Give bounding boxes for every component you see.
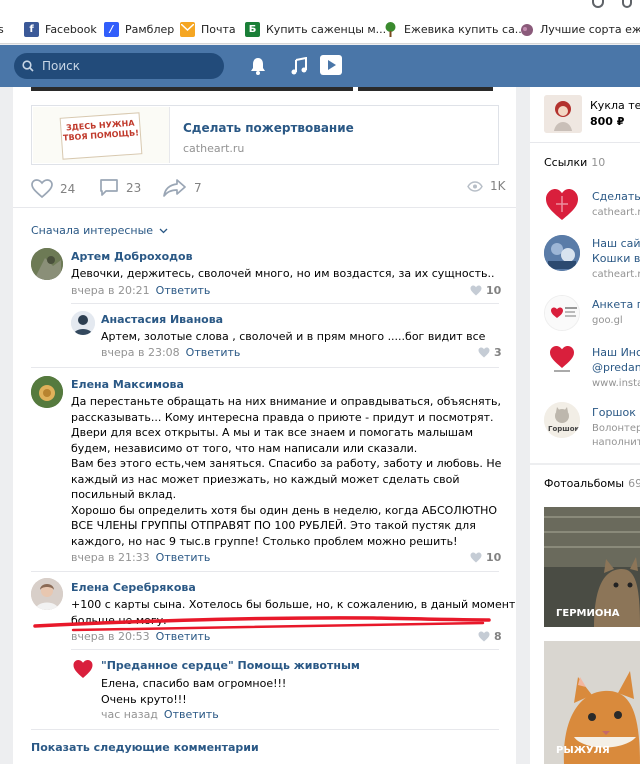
product-thumbnail	[544, 95, 582, 133]
link-title[interactable]: Горшок	[592, 406, 636, 419]
albums-block: Фотоальбомы 69 ГЕРМИОНА РЫЖУЛЯ	[530, 465, 640, 764]
link-url: catheart.r	[592, 207, 640, 218]
link-avatar[interactable]: Горшок	[544, 402, 580, 438]
link-avatar[interactable]	[544, 340, 580, 376]
bookmark-mail[interactable]: Почта	[180, 19, 236, 39]
link-subtitle: Волонтер	[592, 423, 640, 434]
search-icon	[22, 60, 34, 72]
albums-title: Фотоальбомы	[544, 477, 625, 490]
extension-icon[interactable]	[592, 0, 604, 8]
post-card: ЗДЕСЬ НУЖНА ТВОЯ ПОМОЩЬ! Сделать пожертв…	[13, 87, 516, 764]
bookmark-label: Лучшие сорта ежев...	[540, 22, 640, 36]
gorshok-badge: Горшок	[548, 425, 580, 433]
link-title-line2[interactable]: Кошки в	[592, 252, 640, 265]
mail-icon	[180, 21, 195, 37]
bookmark-blackberry[interactable]: Ежевика купить са...	[383, 19, 525, 39]
links-title: Ссылки	[544, 156, 588, 169]
product-card[interactable]: Кукла тек 800 ₽	[530, 87, 640, 142]
bookmark-label: Рамблер	[125, 22, 175, 36]
bookmark-label: Facebook	[45, 22, 97, 36]
profile-icon[interactable]	[622, 0, 632, 8]
links-block: Ссылки10 Сделать catheart.r Наш сайт Кош…	[530, 142, 640, 463]
links-count: 10	[591, 156, 606, 169]
product-title[interactable]: Кукла тек	[590, 99, 640, 112]
b-icon: Б	[245, 21, 260, 37]
link-title[interactable]: Наш сайт	[592, 237, 640, 250]
album-ryzhulya[interactable]: РЫЖУЛЯ	[544, 641, 640, 764]
link-url: наполнит	[592, 437, 640, 448]
vk-header: Поиск	[0, 45, 640, 87]
video-icon[interactable]	[320, 55, 342, 75]
link-url: catheart.r	[592, 269, 640, 280]
album-label: РЫЖУЛЯ	[556, 745, 610, 756]
link-avatar[interactable]	[544, 295, 580, 331]
fruit-icon	[519, 22, 534, 37]
bookmark-s[interactable]: s	[0, 19, 4, 39]
product-price: 800 ₽	[590, 115, 625, 128]
tree-icon	[383, 21, 398, 37]
albums-header[interactable]: Фотоальбомы 69	[544, 477, 640, 490]
music-icon[interactable]	[291, 57, 307, 75]
albums-count: 69	[628, 477, 640, 490]
link-avatar[interactable]	[544, 186, 580, 222]
link-title[interactable]: Анкета п	[592, 298, 640, 311]
bookmark-saplings[interactable]: Б Купить саженцы м...	[245, 19, 386, 39]
link-title-line2[interactable]: @predan	[592, 361, 640, 374]
bookmark-label: Купить саженцы м...	[266, 22, 387, 36]
bell-icon[interactable]	[250, 57, 266, 75]
heart-logo-icon	[550, 346, 574, 372]
link-title[interactable]: Сделать	[592, 190, 640, 203]
rambler-icon: /	[104, 21, 119, 37]
search-input[interactable]: Поиск	[14, 53, 224, 79]
album-germiona[interactable]: ГЕРМИОНА	[544, 507, 640, 627]
bookmark-rambler[interactable]: / Рамблер	[104, 19, 174, 39]
album-label: ГЕРМИОНА	[556, 608, 620, 619]
link-url: www.insta	[592, 378, 640, 389]
link-title[interactable]: Наш Инс	[592, 346, 640, 359]
facebook-icon: f	[24, 21, 39, 37]
link-url: goo.gl	[592, 315, 623, 326]
bookmark-label: s	[0, 22, 4, 36]
links-header[interactable]: Ссылки 10	[544, 156, 605, 169]
bookmark-facebook[interactable]: f Facebook	[24, 19, 97, 39]
bookmark-label: Почта	[201, 22, 236, 36]
bookmark-best-varieties[interactable]: Лучшие сорта ежев...	[519, 19, 640, 39]
heart-logo-icon	[546, 189, 578, 220]
search-placeholder: Поиск	[42, 59, 81, 73]
red-underline-annotation	[33, 616, 491, 632]
bookmarks-bar: s f Facebook / Рамблер Почта Б Купить са…	[0, 0, 640, 44]
bookmark-label: Ежевика купить са...	[404, 22, 526, 36]
link-avatar[interactable]	[544, 235, 580, 271]
